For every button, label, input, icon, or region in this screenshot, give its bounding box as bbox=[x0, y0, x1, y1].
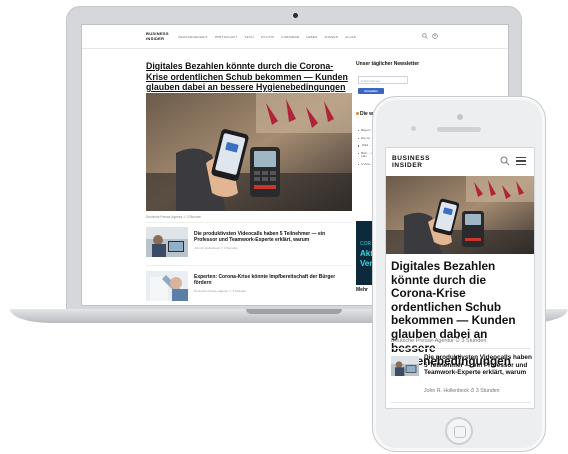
article-thumbnail[interactable] bbox=[146, 227, 188, 257]
menu-icon[interactable] bbox=[516, 157, 526, 166]
smartphone: BUSINESS INSIDER Digitales Bezahlen könn… bbox=[372, 96, 546, 452]
article-thumbnail[interactable] bbox=[391, 356, 419, 376]
divider bbox=[391, 348, 531, 349]
divider bbox=[391, 402, 531, 403]
phone-screen: BUSINESS INSIDER Digitales Bezahlen könn… bbox=[385, 147, 535, 409]
nav-item[interactable]: POLITIK bbox=[261, 35, 275, 39]
ad-label: COR bbox=[360, 241, 372, 247]
sidebar-more-heading: Mehr bbox=[356, 287, 368, 293]
main-nav: VERGANGENHEIT WIRTSCHAFT TECH POLITIK KA… bbox=[178, 35, 356, 39]
article-meta: John R. Hollenbeck ⏱ 3 Stunden bbox=[424, 388, 500, 394]
article-title[interactable]: Die produktivsten Videocalls haben 5 Tei… bbox=[424, 354, 532, 377]
nav-item[interactable]: WIRTSCHAFT bbox=[215, 35, 238, 39]
search-icon[interactable] bbox=[500, 156, 510, 166]
newsletter-title: Unser täglicher Newsletter bbox=[356, 61, 420, 67]
hero-credit: Deutsche Presse-Agentur ⏱ 3 Stunden bbox=[146, 215, 202, 219]
nav-item[interactable]: ALLES bbox=[345, 35, 356, 39]
lead-headline[interactable]: Digitales Bezahlen könnte durch die Coro… bbox=[391, 259, 533, 369]
divider bbox=[146, 265, 352, 266]
header-icons bbox=[422, 33, 438, 39]
nav-item[interactable]: LEBEN bbox=[306, 35, 317, 39]
article-thumbnail[interactable] bbox=[146, 271, 188, 301]
article-title[interactable]: Die produktivsten Videocalls haben 5 Tei… bbox=[194, 231, 348, 243]
user-icon[interactable] bbox=[432, 33, 438, 39]
nav-item[interactable]: KARRIERE bbox=[282, 35, 300, 39]
laptop-notch bbox=[246, 309, 342, 314]
hero-image[interactable] bbox=[146, 93, 352, 211]
laptop-camera bbox=[293, 13, 298, 18]
nav-item[interactable]: WISSEN bbox=[325, 35, 339, 39]
newsletter-email-input[interactable]: E-Mail-Adresse bbox=[358, 76, 408, 84]
site-logo[interactable]: BUSINESS INSIDER bbox=[146, 31, 169, 41]
search-icon[interactable] bbox=[422, 33, 428, 39]
divider bbox=[146, 222, 352, 223]
device-mockup-scene: BUSINESS INSIDER VERGANGENHEIT WIRTSCHAF… bbox=[0, 0, 568, 454]
home-button-icon[interactable] bbox=[445, 417, 473, 445]
hero-credit: Deutsche Presse-Agentur ⏱ 3 Stunden bbox=[391, 338, 487, 344]
nav-item[interactable]: VERGANGENHEIT bbox=[178, 35, 208, 39]
article-title[interactable]: Experten: Corona-Krise könnte Impfbereit… bbox=[194, 274, 348, 286]
article-meta: Deutsche Presse-Agentur ⏱ 3 Stunden bbox=[194, 289, 247, 293]
phone-sensor bbox=[457, 114, 463, 120]
hero-image[interactable] bbox=[386, 176, 534, 254]
ad-headline: Akt Ver bbox=[360, 249, 373, 268]
site-logo[interactable]: BUSINESS INSIDER bbox=[392, 155, 430, 170]
newsletter-subscribe-button[interactable]: Anmelden bbox=[358, 88, 384, 94]
phone-camera bbox=[411, 126, 416, 131]
article-meta: John R. Hollenbeck ⏱ 3 Stunden bbox=[194, 246, 238, 250]
nav-item[interactable]: TECH bbox=[245, 35, 254, 39]
lead-headline[interactable]: Digitales Bezahlen könnte durch die Coro… bbox=[146, 61, 352, 93]
live-dot-icon bbox=[356, 112, 359, 116]
phone-speaker bbox=[437, 127, 481, 132]
site-header: BUSINESS INSIDER VERGANGENHEIT WIRTSCHAF… bbox=[82, 25, 508, 49]
